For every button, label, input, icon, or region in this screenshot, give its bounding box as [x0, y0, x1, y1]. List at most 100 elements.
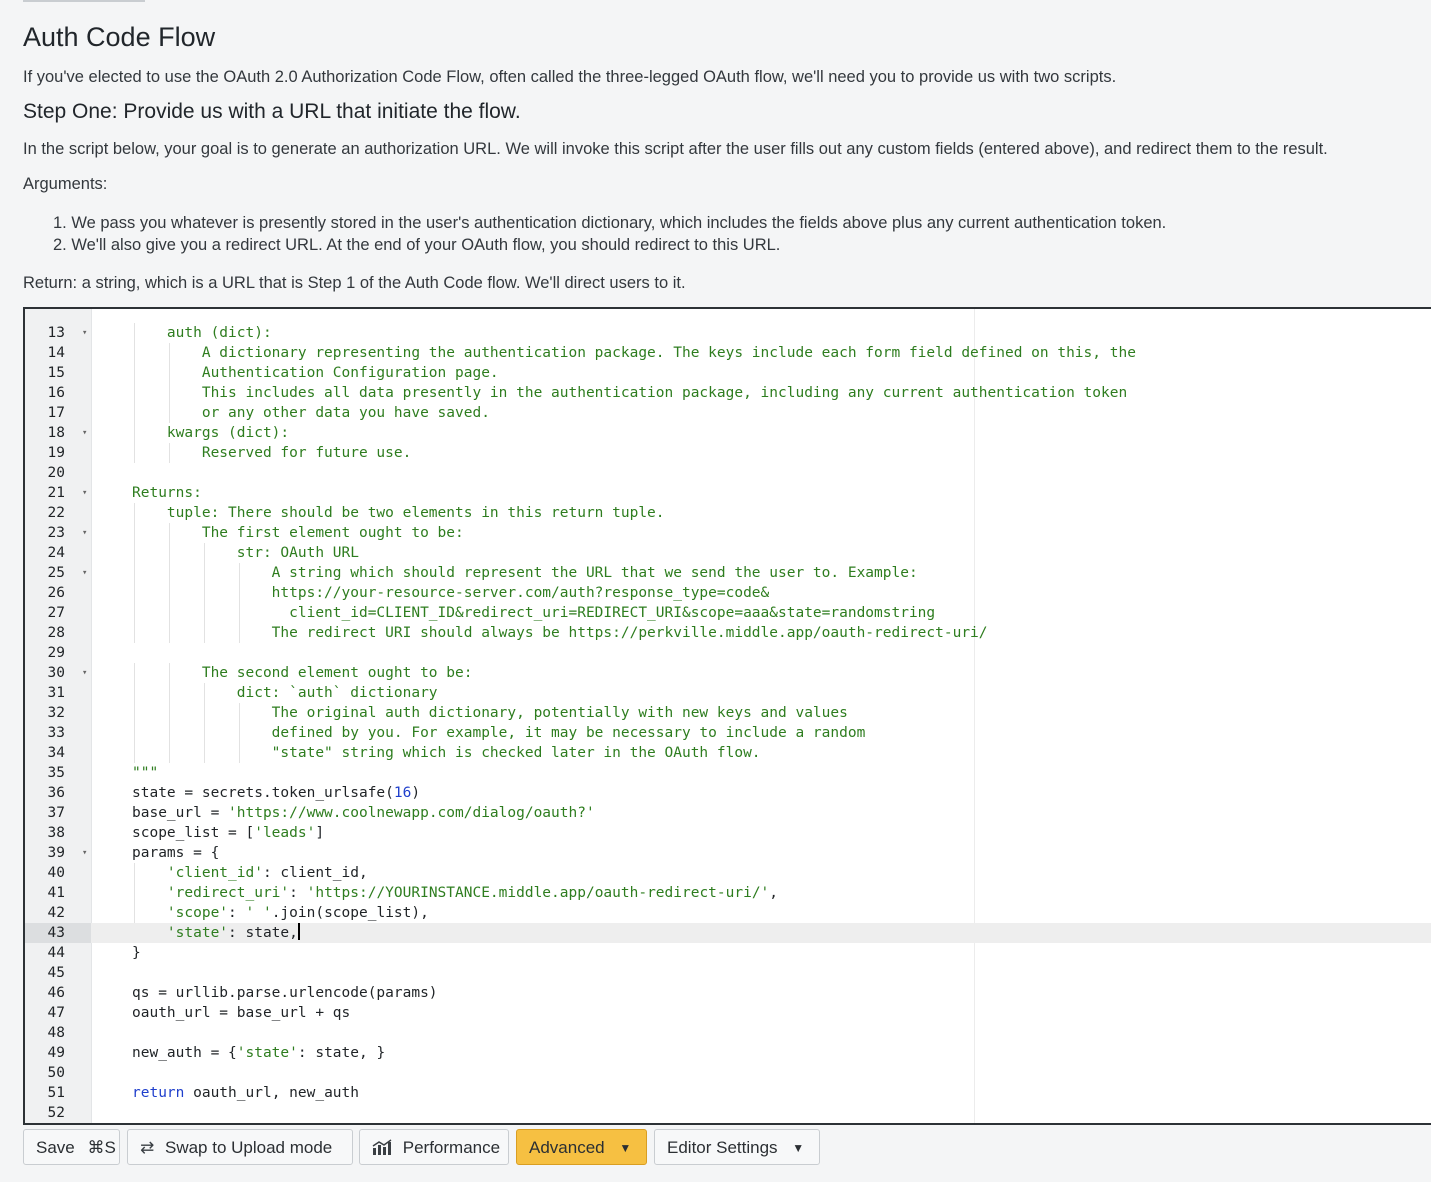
code-text: 'redirect_uri': 'https://YOURINSTANCE.mi…: [166, 885, 779, 901]
code-line[interactable]: 40 'client_id': client_id,: [25, 863, 1431, 883]
code-text: qs = urllib.parse.urlencode(params): [132, 985, 438, 1001]
code-line[interactable]: 35 """: [25, 763, 1431, 783]
code-line[interactable]: 51 return oauth_url, new_auth: [25, 1083, 1431, 1103]
code-line[interactable]: 50: [25, 1063, 1431, 1083]
swap-arrows-icon: ⇄: [140, 1138, 155, 1157]
code-line[interactable]: 49 new_auth = {'state': state, }: [25, 1043, 1431, 1063]
line-number: 37: [25, 803, 91, 823]
code-line[interactable]: 23 ▾ The first element ought to be:: [25, 523, 1431, 543]
line-number: 50: [25, 1063, 91, 1083]
code-line[interactable]: 21 ▾ Returns:: [25, 483, 1431, 503]
line-number: 38: [25, 823, 91, 843]
code-line[interactable]: 26 https://your-resource-server.com/auth…: [25, 583, 1431, 603]
code-line[interactable]: 42 'scope': ' '.join(scope_list),: [25, 903, 1431, 923]
code-line[interactable]: 22 tuple: There should be two elements i…: [25, 503, 1431, 523]
line-number: 31: [25, 683, 91, 703]
line-number-text: 29: [47, 645, 65, 661]
line-number: 42: [25, 903, 91, 923]
code-line[interactable]: 52: [25, 1103, 1431, 1123]
code-text: oauth_url = base_url + qs: [132, 1005, 351, 1021]
advanced-dropdown-button[interactable]: Advanced ▼: [516, 1129, 647, 1165]
line-number-text: 13: [47, 325, 65, 341]
code-line[interactable]: 48: [25, 1023, 1431, 1043]
editor-settings-dropdown-button[interactable]: Editor Settings ▼: [654, 1129, 820, 1165]
line-number: 51: [25, 1083, 91, 1103]
code-editor[interactable]: 13 ▾ auth (dict): 14 A dictionary represen…: [23, 307, 1431, 1125]
performance-button[interactable]: Performance: [359, 1129, 509, 1165]
line-number-text: 51: [47, 1085, 65, 1101]
line-number: 52: [25, 1103, 91, 1123]
code-text: The redirect URI should always be https:…: [132, 625, 988, 641]
save-button[interactable]: Save ⌘S: [23, 1129, 120, 1165]
line-number: 20: [25, 463, 91, 483]
code-line[interactable]: 25 ▾ A string which should represent the …: [25, 563, 1431, 583]
line-number: 33: [25, 723, 91, 743]
line-number-text: 36: [47, 785, 65, 801]
page-title: Auth Code Flow: [23, 22, 216, 52]
code-line[interactable]: 32 The original auth dictionary, potenti…: [25, 703, 1431, 723]
code-line[interactable]: 30 ▾ The second element ought to be:: [25, 663, 1431, 683]
fold-toggle-icon[interactable]: ▾: [82, 523, 87, 543]
code-text: client_id=CLIENT_ID&redirect_uri=REDIREC…: [132, 605, 936, 621]
save-shortcut: ⌘S: [87, 1138, 116, 1157]
code-line[interactable]: 38 scope_list = ['leads']: [25, 823, 1431, 843]
code-line[interactable]: 47 oauth_url = base_url + qs: [25, 1003, 1431, 1023]
code-line[interactable]: 28 The redirect URI should always be htt…: [25, 623, 1431, 643]
code-line[interactable]: 44}: [25, 943, 1431, 963]
fold-toggle-icon[interactable]: ▾: [82, 563, 87, 583]
line-number-text: 14: [47, 345, 65, 361]
code-line[interactable]: 41 'redirect_uri': 'https://YOURINSTANCE…: [25, 883, 1431, 903]
line-number-text: 24: [47, 545, 65, 561]
code-line[interactable]: 27 client_id=CLIENT_ID&redirect_uri=REDI…: [25, 603, 1431, 623]
line-number-text: 21: [47, 485, 65, 501]
line-number: 23 ▾: [25, 523, 91, 543]
line-number-text: 45: [47, 965, 65, 981]
code-line[interactable]: 20: [25, 463, 1431, 483]
intro-text: If you've elected to use the OAuth 2.0 A…: [23, 68, 1117, 86]
code-line[interactable]: 19 Reserved for future use.: [25, 443, 1431, 463]
line-number-text: 46: [47, 985, 65, 1001]
fold-toggle-icon[interactable]: ▾: [82, 423, 87, 443]
line-number-text: 19: [47, 445, 65, 461]
code-line[interactable]: 46 qs = urllib.parse.urlencode(params): [25, 983, 1431, 1003]
code-line[interactable]: 43 'state': state,: [25, 923, 1431, 943]
line-number-text: 27: [47, 605, 65, 621]
code-line[interactable]: 39 ▾ params = {: [25, 843, 1431, 863]
swap-upload-mode-button[interactable]: ⇄ Swap to Upload mode: [127, 1129, 353, 1165]
line-number: 49: [25, 1043, 91, 1063]
code-line[interactable]: 34 "state" string which is checked later…: [25, 743, 1431, 763]
code-line[interactable]: 16 This includes all data presently in t…: [25, 383, 1431, 403]
code-text: The original auth dictionary, potentiall…: [132, 705, 848, 721]
line-number-text: 37: [47, 805, 65, 821]
code-line[interactable]: 18 ▾ kwargs (dict):: [25, 423, 1431, 443]
code-text: The first element ought to be:: [132, 525, 464, 541]
code-line[interactable]: 13 ▾ auth (dict):: [25, 323, 1431, 343]
code-line[interactable]: 17 or any other data you have saved.: [25, 403, 1431, 423]
line-number: 25 ▾: [25, 563, 91, 583]
fold-toggle-icon[interactable]: ▾: [82, 323, 87, 343]
code-text: 'client_id': client_id,: [166, 865, 368, 881]
code-line[interactable]: 33 defined by you. For example, it may b…: [25, 723, 1431, 743]
code-line[interactable]: 15 Authentication Configuration page.: [25, 363, 1431, 383]
code-line[interactable]: 24 str: OAuth URL: [25, 543, 1431, 563]
line-number-text: 26: [47, 585, 65, 601]
code-line[interactable]: 31 dict: `auth` dictionary: [25, 683, 1431, 703]
fold-toggle-icon[interactable]: ▾: [82, 663, 87, 683]
code-line[interactable]: 14 A dictionary representing the authent…: [25, 343, 1431, 363]
code-line[interactable]: 29: [25, 643, 1431, 663]
line-number: 43: [25, 923, 91, 943]
line-number-text: 30: [47, 665, 65, 681]
code-text: defined by you. For example, it may be n…: [132, 725, 866, 741]
line-number-text: 38: [47, 825, 65, 841]
line-number-text: 17: [47, 405, 65, 421]
code-text: The second element ought to be:: [132, 665, 473, 681]
code-line[interactable]: 45: [25, 963, 1431, 983]
fold-toggle-icon[interactable]: ▾: [82, 843, 87, 863]
line-number: 34: [25, 743, 91, 763]
line-number: 45: [25, 963, 91, 983]
code-line[interactable]: 37 base_url = 'https://www.coolnewapp.com…: [25, 803, 1431, 823]
line-number-text: 35: [47, 765, 65, 781]
fold-toggle-icon[interactable]: ▾: [82, 483, 87, 503]
line-number: 41: [25, 883, 91, 903]
code-line[interactable]: 36 state = secrets.token_urlsafe(16): [25, 783, 1431, 803]
